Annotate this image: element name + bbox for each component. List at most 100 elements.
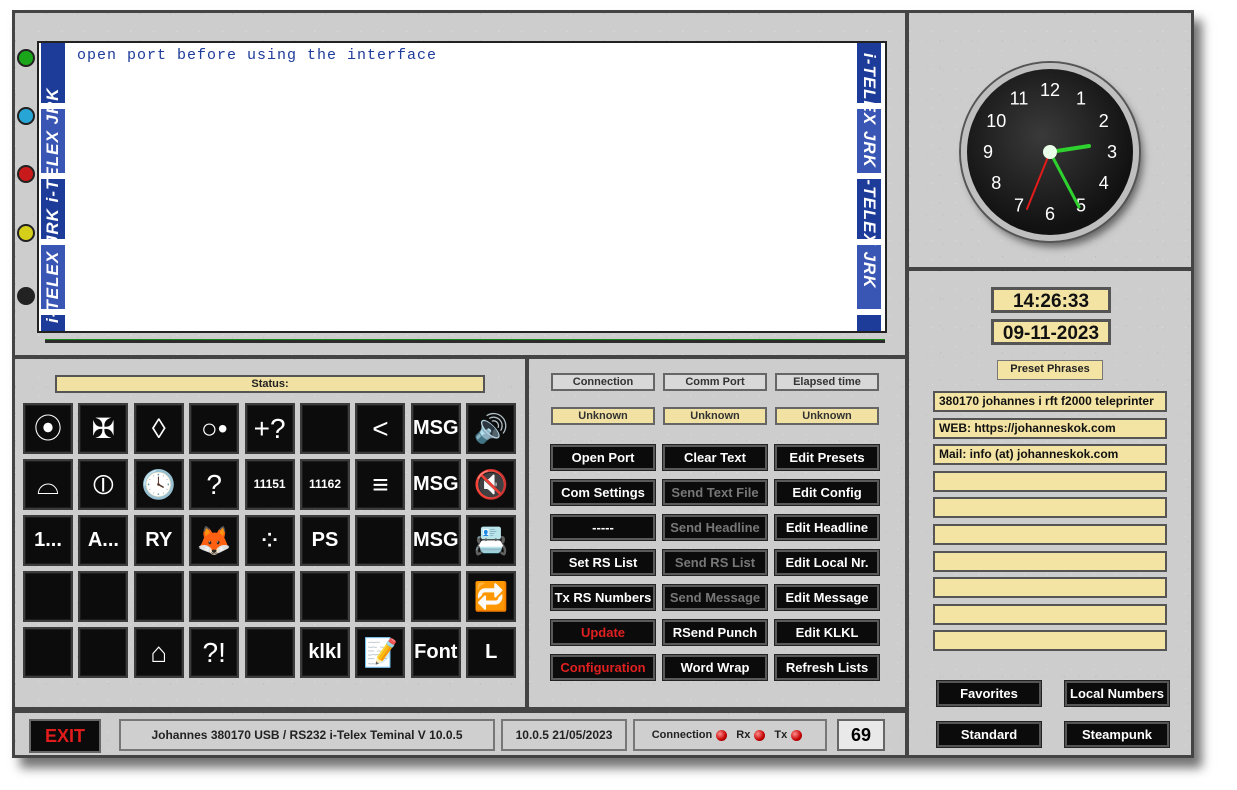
placeholder-button[interactable]: -----: [550, 514, 656, 541]
send-11151-icon-1-4[interactable]: 11151: [244, 459, 295, 510]
com-settings-button[interactable]: Com Settings: [550, 479, 656, 506]
open-port-button[interactable]: Open Port: [550, 444, 656, 471]
key-label: RY: [145, 529, 173, 551]
send-text-file-button[interactable]: Send Text File: [662, 479, 768, 506]
blank-key-0-5[interactable]: [300, 403, 350, 454]
edit-message-button[interactable]: Edit Message: [774, 584, 880, 611]
blank-key-3-3[interactable]: [189, 571, 240, 622]
letters-key-2-1[interactable]: A...: [78, 515, 129, 566]
standard-button[interactable]: Standard: [936, 721, 1042, 748]
send-message-button[interactable]: Send Message: [662, 584, 768, 611]
paper-baseline: [45, 339, 885, 343]
edit-presets-button[interactable]: Edit Presets: [774, 444, 880, 471]
elapsed-time-value: Unknown: [775, 407, 879, 425]
time-display: 14:26:33: [991, 287, 1111, 313]
clear-text-button[interactable]: Clear Text: [662, 444, 768, 471]
msg-transfer-icon-1-7[interactable]: MSG: [410, 459, 461, 510]
help-book-icon-4-3[interactable]: ?!: [189, 627, 240, 678]
ps-icon-2-5[interactable]: PS: [300, 515, 350, 566]
blank-key-3-2[interactable]: [133, 571, 184, 622]
favorites-button[interactable]: Favorites: [936, 680, 1042, 707]
ry-key-2-2[interactable]: RY: [133, 515, 184, 566]
blank-key-3-6[interactable]: [355, 571, 406, 622]
target-icon-0-0[interactable]: ⦿: [23, 403, 73, 454]
msg-crossed-icon-2-7[interactable]: MSG: [410, 515, 461, 566]
edit-local-nr-button[interactable]: Edit Local Nr.: [774, 549, 880, 576]
send-rs-list-button[interactable]: Send RS List: [662, 549, 768, 576]
key-label: 📝: [362, 637, 398, 668]
font-icon-4-7[interactable]: Font: [410, 627, 461, 678]
refresh-lists-button[interactable]: Refresh Lists: [774, 654, 880, 681]
update-button[interactable]: Update: [550, 619, 656, 646]
send-headline-button[interactable]: Send Headline: [662, 514, 768, 541]
configuration-button[interactable]: Configuration: [550, 654, 656, 681]
preset-phrase-10[interactable]: [933, 630, 1167, 652]
dots-pattern-icon-2-4[interactable]: ⁘: [244, 515, 295, 566]
key-label: 📇: [473, 525, 509, 556]
msg-key-0-7[interactable]: MSG: [410, 403, 461, 454]
phase-icon-1-1[interactable]: ⦶: [78, 459, 129, 510]
preset-phrase-8[interactable]: [933, 577, 1167, 599]
question-icon-1-3[interactable]: ?: [189, 459, 240, 510]
key-label: 1...: [34, 529, 62, 551]
clock-icon-1-2[interactable]: 🕓: [133, 459, 184, 510]
paper-output[interactable]: i-TELEX JRK i-TELEX JRK open port before…: [37, 41, 887, 333]
blank-key-4-4[interactable]: [244, 627, 295, 678]
speaker-icon-0-8[interactable]: 🔊: [466, 403, 517, 454]
blank-key-3-5[interactable]: [300, 571, 350, 622]
preset-phrase-9[interactable]: [933, 603, 1167, 625]
l-book-icon-4-8[interactable]: L: [466, 627, 517, 678]
preset-phrase-6[interactable]: [933, 523, 1167, 545]
address-sync-icon-3-8[interactable]: 🔁: [466, 571, 517, 622]
blank-key-2-6[interactable]: [355, 515, 406, 566]
less-than-key-0-6[interactable]: <: [355, 403, 406, 454]
phonebook-icon-2-8[interactable]: 📇: [466, 515, 517, 566]
preset-phrase-1[interactable]: 380170 johannes i rft f2000 teleprinter: [933, 391, 1167, 412]
preset-phrase-3[interactable]: Mail: info (at) johanneskok.com: [933, 444, 1167, 466]
set-rs-list-button[interactable]: Set RS List: [550, 549, 656, 576]
key-label: MSG: [413, 473, 459, 495]
blank-key-3-0[interactable]: [23, 571, 73, 622]
rx-label: Rx: [736, 729, 751, 741]
steampunk-button[interactable]: Steampunk: [1064, 721, 1170, 748]
itelex-logo-left: i-TELEX JRK i-TELEX JRK: [43, 87, 62, 323]
edit-headline-button[interactable]: Edit Headline: [774, 514, 880, 541]
notepad-icon-4-6[interactable]: 📝: [355, 627, 406, 678]
connection-header: Connection: [551, 373, 655, 391]
version-label: 10.0.5 21/05/2023: [501, 719, 627, 751]
cross-icon-0-1[interactable]: ✠: [78, 403, 129, 454]
preset-phrase-4[interactable]: [933, 470, 1167, 492]
blank-key-3-4[interactable]: [244, 571, 295, 622]
blank-key-3-1[interactable]: [78, 571, 129, 622]
edit-klkl-button[interactable]: Edit KLKL: [774, 619, 880, 646]
numbers-key-2-0[interactable]: 1...: [23, 515, 73, 566]
key-label: ⁘: [257, 525, 282, 556]
blank-key-4-1[interactable]: [78, 627, 129, 678]
preset-phrase-2[interactable]: WEB: https://johanneskok.com: [933, 417, 1167, 439]
rsend-punch-button[interactable]: RSend Punch: [662, 619, 768, 646]
edit-config-button[interactable]: Edit Config: [774, 479, 880, 506]
diamond-icon-0-2[interactable]: ◊: [133, 403, 184, 454]
preset-phrase-7[interactable]: [933, 550, 1167, 572]
clock-hour-label: 4: [1099, 173, 1109, 193]
circle-dot-icon-0-3[interactable]: ○•: [189, 403, 240, 454]
klkl-key-4-5[interactable]: klkl: [300, 627, 350, 678]
key-label: L: [485, 641, 498, 663]
send-11162-icon-1-5[interactable]: 11162: [300, 459, 350, 510]
exit-button[interactable]: EXIT: [29, 719, 101, 753]
plus-question-icon-0-4[interactable]: +?: [244, 403, 295, 454]
menu-icon-1-6[interactable]: ≡: [355, 459, 406, 510]
key-label: <: [372, 413, 389, 444]
connection-led-icon: [716, 729, 728, 741]
fox-icon-2-3[interactable]: 🦊: [189, 515, 240, 566]
preset-phrase-list: 380170 johannes i rft f2000 teleprinter …: [933, 391, 1173, 663]
blank-key-4-0[interactable]: [23, 627, 73, 678]
word-wrap-button[interactable]: Word Wrap: [662, 654, 768, 681]
preset-phrase-5[interactable]: [933, 497, 1167, 519]
local-numbers-button[interactable]: Local Numbers: [1064, 680, 1170, 707]
mute-icon-1-8[interactable]: 🔇: [466, 459, 517, 510]
blank-key-3-7[interactable]: [410, 571, 461, 622]
home-icon-4-2[interactable]: ⌂: [133, 627, 184, 678]
tx-rs-numbers-button[interactable]: Tx RS Numbers: [550, 584, 656, 611]
bell-icon-1-0[interactable]: ⌓: [23, 459, 73, 510]
